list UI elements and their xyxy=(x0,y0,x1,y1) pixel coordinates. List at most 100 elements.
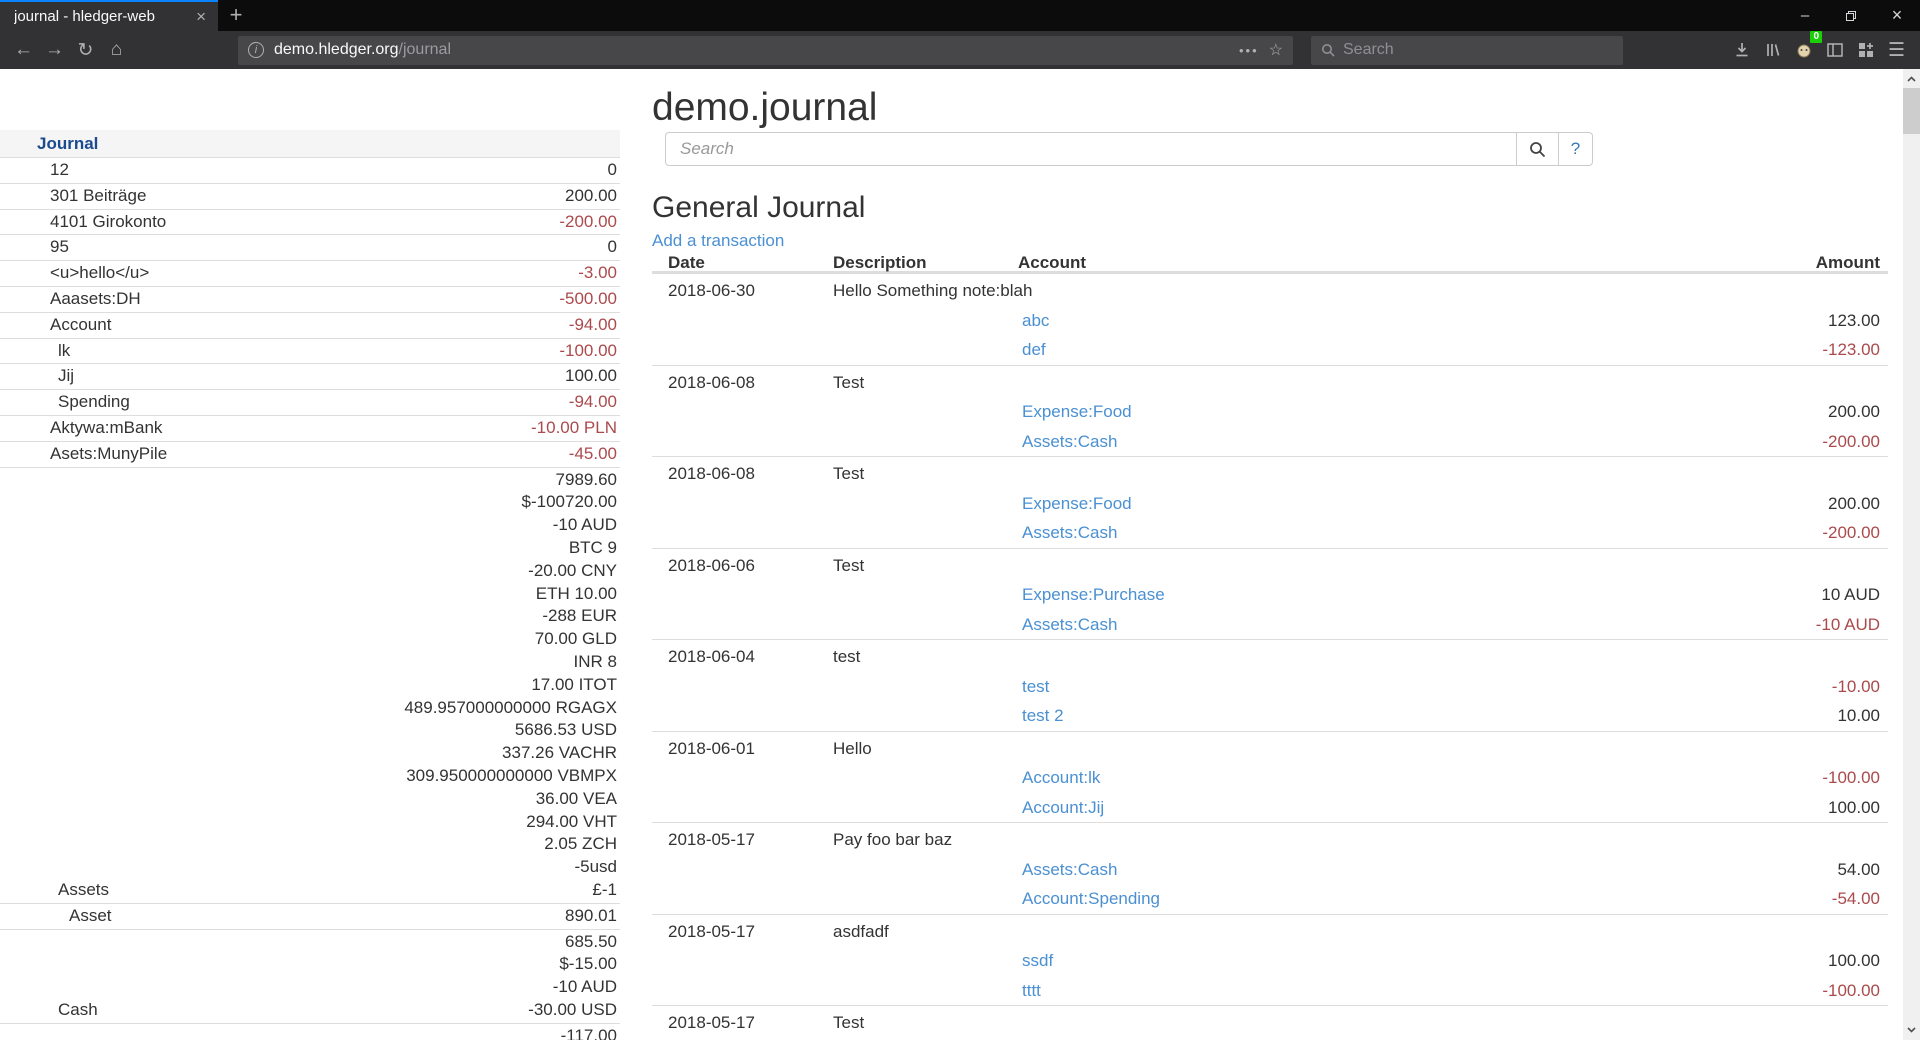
transaction-header-line: 2018-06-30 Hello Something note:blah xyxy=(652,276,1888,306)
posting-account-link[interactable]: Account:Jij xyxy=(1022,793,1104,823)
transaction-description: Test xyxy=(833,551,864,581)
sidebar-account-link[interactable]: 4101 Girokonto xyxy=(0,211,166,234)
new-tab-button[interactable]: + xyxy=(218,0,254,31)
tab-close-icon[interactable]: × xyxy=(192,7,210,27)
search-input[interactable] xyxy=(665,132,1517,166)
posting-account-link[interactable]: Expense:Food xyxy=(1022,489,1132,519)
sidebar-toggle-icon[interactable] xyxy=(1819,35,1850,65)
grid-add-icon[interactable] xyxy=(1850,35,1881,65)
sidebar-account-row: Assets 7989.60$-100720.00-10 AUDBTC 9-20… xyxy=(0,467,620,903)
sidebar-account-link[interactable]: Asets:MunyPile xyxy=(0,443,167,466)
forward-button[interactable]: → xyxy=(39,35,70,65)
sidebar-account-link[interactable]: Asset xyxy=(0,905,112,928)
search-button[interactable] xyxy=(1517,132,1559,166)
sidebar-amount: 489.957000000000 RGAGX xyxy=(404,697,617,720)
sidebar-account-link[interactable]: Assets xyxy=(0,879,109,902)
menu-icon[interactable]: ☰ xyxy=(1881,35,1912,65)
posting-account-link[interactable]: Assets:Cash xyxy=(1022,610,1117,640)
sidebar-account-link[interactable]: 301 Beiträge xyxy=(0,185,146,208)
posting-account-link[interactable]: Assets:Cash xyxy=(1022,427,1117,457)
download-icon[interactable] xyxy=(1726,35,1757,65)
transaction-block[interactable]: 2018-06-30 Hello Something note:blah abc… xyxy=(652,273,1888,365)
posting-account-link[interactable]: Account:Spending xyxy=(1022,884,1160,914)
search-help-button[interactable]: ? xyxy=(1559,132,1593,166)
posting-account-link[interactable]: def xyxy=(1022,335,1046,365)
posting-line: Account:Spending-54.00 xyxy=(652,884,1888,914)
home-button[interactable]: ⌂ xyxy=(101,35,132,65)
posting-line: Assets:Cash-10 AUD xyxy=(652,610,1888,640)
transaction-block[interactable]: 2018-05-17 Test xyxy=(652,1005,1888,1038)
sidebar-amount: 309.950000000000 VBMPX xyxy=(404,765,617,788)
sidebar-amount: $-100720.00 xyxy=(404,491,617,514)
transaction-header-line: 2018-06-06 Test xyxy=(652,551,1888,581)
sidebar-amount: BTC 9 xyxy=(404,537,617,560)
sidebar-account-row: <u>hello</u> -3.00 xyxy=(0,260,620,286)
sidebar-amount: $-15.00 xyxy=(528,953,617,976)
posting-account-link[interactable]: Assets:Cash xyxy=(1022,518,1117,548)
sidebar-account-balance: 685.50$-15.00-10 AUD-30.00 USD xyxy=(528,931,620,1022)
sidebar-account-link[interactable]: Cash xyxy=(0,999,98,1022)
sidebar-account-link[interactable]: <u>hello</u> xyxy=(0,262,149,285)
toolbar-search[interactable]: Search xyxy=(1311,36,1623,65)
sidebar-account-link[interactable]: Jij xyxy=(0,365,74,388)
library-icon[interactable] xyxy=(1757,35,1788,65)
reload-button[interactable]: ↻ xyxy=(70,35,101,65)
posting-account-link[interactable]: Account:lk xyxy=(1022,763,1100,793)
posting-line: Assets:Cash-200.00 xyxy=(652,518,1888,548)
sidebar-account-link[interactable]: Account xyxy=(0,314,111,337)
site-info-icon[interactable]: i xyxy=(248,42,264,58)
posting-line: test 210.00 xyxy=(652,701,1888,731)
transaction-description: Test xyxy=(833,1008,864,1038)
scroll-down-icon[interactable] xyxy=(1903,1022,1920,1038)
transaction-block[interactable]: 2018-06-06 Test Expense:Purchase10 AUDAs… xyxy=(652,548,1888,640)
restore-button[interactable] xyxy=(1828,0,1874,31)
close-window-button[interactable]: × xyxy=(1874,0,1920,31)
transaction-date: 2018-06-06 xyxy=(668,551,755,581)
extension-badge: 0 xyxy=(1810,31,1822,43)
posting-account-link[interactable]: test xyxy=(1022,672,1049,702)
sidebar-account-link[interactable]: Aktywa:mBank xyxy=(0,417,162,440)
sidebar-account-link[interactable]: 12 xyxy=(0,159,69,182)
sidebar-amount: -45.00 xyxy=(569,443,617,466)
browser-tab[interactable]: journal - hledger-web × xyxy=(0,0,218,31)
transaction-block[interactable]: 2018-05-17 asdfadf ssdf100.00tttt-100.00 xyxy=(652,914,1888,1006)
sidebar-account-link[interactable]: lk xyxy=(0,340,70,363)
sidebar-account-link[interactable]: 95 xyxy=(0,236,69,259)
main-content: demo.journal ? General Journal Add a tra… xyxy=(652,69,1888,1040)
transaction-block[interactable]: 2018-06-01 Hello Account:lk-100.00Accoun… xyxy=(652,731,1888,823)
minimize-button[interactable]: – xyxy=(1782,0,1828,31)
posting-account-link[interactable]: ssdf xyxy=(1022,946,1053,976)
extension-button[interactable]: 0 xyxy=(1788,35,1819,65)
posting-account-link[interactable]: Expense:Food xyxy=(1022,397,1132,427)
url-bar[interactable]: i demo.hledger.org /journal ••• ☆ xyxy=(238,36,1293,65)
posting-account-link[interactable]: tttt xyxy=(1022,976,1041,1006)
sidebar-account-link[interactable]: Aaasets:DH xyxy=(0,288,141,311)
posting-account-link[interactable]: abc xyxy=(1022,306,1049,336)
posting-line: Expense:Food200.00 xyxy=(652,397,1888,427)
journal-link[interactable]: Journal xyxy=(37,134,98,153)
posting-amount: -200.00 xyxy=(1822,427,1880,457)
restore-icon xyxy=(1845,10,1857,22)
transaction-header-line: 2018-06-08 Test xyxy=(652,368,1888,398)
page-actions-icon[interactable]: ••• xyxy=(1239,43,1259,58)
transaction-block[interactable]: 2018-06-08 Test Expense:Food200.00Assets… xyxy=(652,365,1888,457)
sidebar-account-balance: -500.00 xyxy=(559,288,620,311)
bookmark-star-icon[interactable]: ☆ xyxy=(1269,40,1283,60)
col-header-amount: Amount xyxy=(1816,253,1880,273)
transaction-block[interactable]: 2018-06-08 Test Expense:Food200.00Assets… xyxy=(652,456,1888,548)
transaction-block[interactable]: 2018-06-04 test test-10.00test 210.00 xyxy=(652,639,1888,731)
sidebar-account-balance: -3.00 xyxy=(578,262,620,285)
sidebar-amount: £-1 xyxy=(404,879,617,902)
posting-account-link[interactable]: test 2 xyxy=(1022,701,1064,731)
posting-account-link[interactable]: Expense:Purchase xyxy=(1022,580,1165,610)
scrollbar-thumb[interactable] xyxy=(1903,88,1920,134)
posting-account-link[interactable]: Assets:Cash xyxy=(1022,855,1117,885)
page-scrollbar[interactable] xyxy=(1903,69,1920,1040)
back-button[interactable]: ← xyxy=(8,35,39,65)
sidebar-account-row: lk -100.00 xyxy=(0,338,620,364)
add-transaction-link[interactable]: Add a transaction xyxy=(652,231,784,251)
sidebar-account-link[interactable]: Spending xyxy=(0,391,130,414)
sidebar-amount: -5usd xyxy=(404,856,617,879)
transaction-block[interactable]: 2018-05-17 Pay foo bar baz Assets:Cash54… xyxy=(652,822,1888,914)
scroll-up-icon[interactable] xyxy=(1903,71,1920,87)
